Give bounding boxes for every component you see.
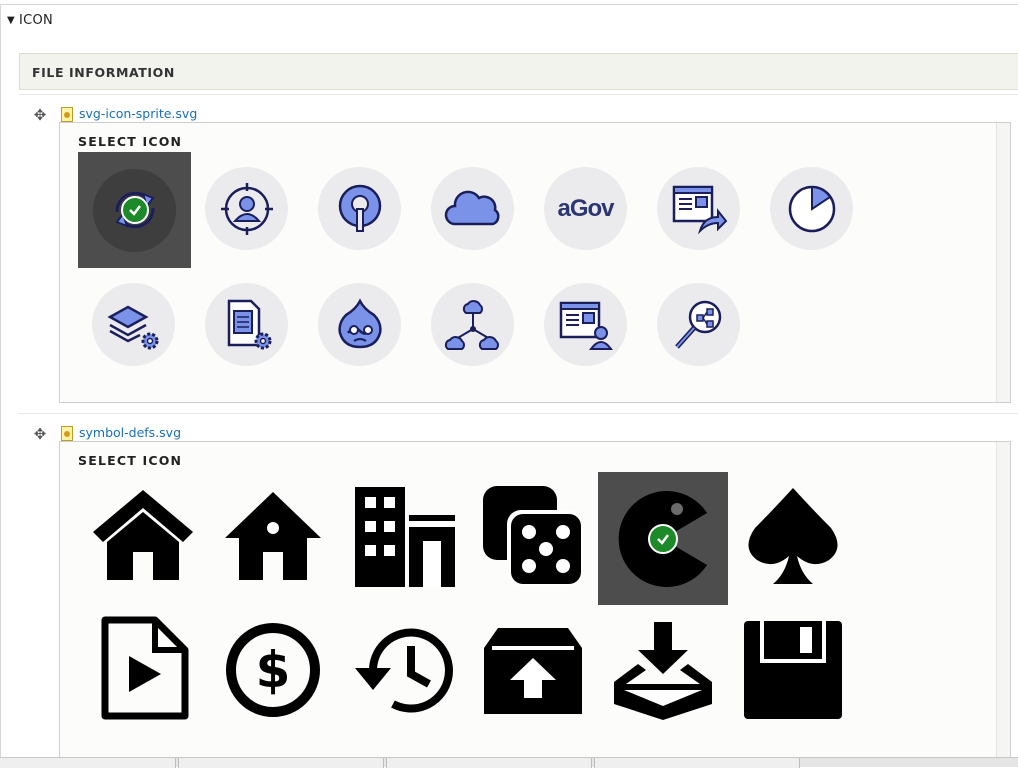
home-icon-option[interactable] xyxy=(90,484,196,584)
floppy-disk-icon-option[interactable] xyxy=(740,618,846,722)
box-upload-icon xyxy=(484,628,582,714)
file-information-title: FILE INFORMATION xyxy=(32,65,175,80)
icon-details-title: ICON xyxy=(19,13,54,28)
document-gear-icon xyxy=(227,299,271,349)
spades-icon xyxy=(748,488,838,584)
cloud-network-icon-option[interactable] xyxy=(431,283,514,366)
drag-handle-icon[interactable]: ✥ xyxy=(32,107,48,123)
home-small-icon-option[interactable] xyxy=(220,484,326,584)
cloud-network-icon xyxy=(444,299,499,350)
file-information-header: FILE INFORMATION xyxy=(19,53,1018,90)
box-upload-icon-option[interactable] xyxy=(480,622,586,718)
drag-handle-icon[interactable]: ✥ xyxy=(32,426,48,442)
panel-scrollbar[interactable] xyxy=(996,442,1010,757)
file-link-symbol-defs[interactable]: symbol-defs.svg xyxy=(79,425,181,440)
selected-check-icon xyxy=(648,523,678,554)
icon-details-summary[interactable]: ▼ ICON xyxy=(7,13,53,28)
pacman-icon-option[interactable] xyxy=(598,472,728,605)
sync-icon-option[interactable] xyxy=(78,152,191,268)
history-icon xyxy=(355,628,453,713)
magnify-network-icon-option[interactable] xyxy=(657,283,740,366)
drupal-icon xyxy=(337,297,382,348)
magnify-network-icon xyxy=(674,300,721,349)
download-tray-icon xyxy=(614,622,712,720)
select-icon-label: SELECT ICON xyxy=(78,453,183,468)
cloud-icon xyxy=(444,190,499,225)
user-target-icon-option[interactable] xyxy=(205,167,288,250)
icon-picker-sprite: SELECT ICON aGov xyxy=(59,122,1011,403)
history-icon-option[interactable] xyxy=(350,618,456,722)
webpage-share-icon xyxy=(672,185,727,234)
image-file-icon xyxy=(61,107,73,122)
office-icon xyxy=(355,487,455,587)
dice-icon xyxy=(483,486,583,586)
dice-icon-option[interactable] xyxy=(480,484,586,588)
user-target-icon xyxy=(220,182,273,235)
document-gear-icon-option[interactable] xyxy=(205,283,288,366)
floppy-disk-icon xyxy=(744,621,842,719)
select-icon-label: SELECT ICON xyxy=(78,134,183,149)
openid-icon-option[interactable] xyxy=(318,167,401,250)
triangle-down-icon: ▼ xyxy=(7,14,15,26)
file-play-icon-option[interactable] xyxy=(90,614,196,722)
drupal-icon-option[interactable] xyxy=(318,283,401,366)
panel-scrollbar[interactable] xyxy=(996,123,1010,402)
webpage-user-icon-option[interactable] xyxy=(544,283,627,366)
download-tray-icon-option[interactable] xyxy=(610,618,716,722)
agov-icon: aGov xyxy=(557,194,614,222)
home-small-icon xyxy=(225,492,321,580)
file-play-icon xyxy=(101,616,189,720)
pie-chart-icon xyxy=(788,185,835,232)
openid-icon xyxy=(338,184,381,232)
coin-dollar-icon: $ xyxy=(226,623,320,717)
file-link-sprite[interactable]: svg-icon-sprite.svg xyxy=(79,106,197,121)
office-icon-option[interactable] xyxy=(350,484,456,588)
selected-check-icon xyxy=(120,196,149,224)
webpage-share-icon-option[interactable] xyxy=(657,167,740,250)
image-file-icon xyxy=(61,426,73,441)
svg-text:$: $ xyxy=(256,641,291,699)
cloud-icon-option[interactable] xyxy=(431,167,514,250)
bottom-tabs-bar xyxy=(0,757,1018,768)
layers-gear-icon-option[interactable] xyxy=(92,283,175,366)
agov-icon-option[interactable]: aGov xyxy=(544,167,627,250)
spades-icon-option[interactable] xyxy=(740,484,846,588)
home-icon xyxy=(93,490,193,580)
webpage-user-icon xyxy=(559,301,613,350)
coin-dollar-icon-option[interactable]: $ xyxy=(220,618,326,722)
icon-picker-symbol-defs: SELECT ICON $ xyxy=(59,441,1011,757)
layers-gear-icon xyxy=(106,305,158,349)
pie-chart-icon-option[interactable] xyxy=(770,167,853,250)
